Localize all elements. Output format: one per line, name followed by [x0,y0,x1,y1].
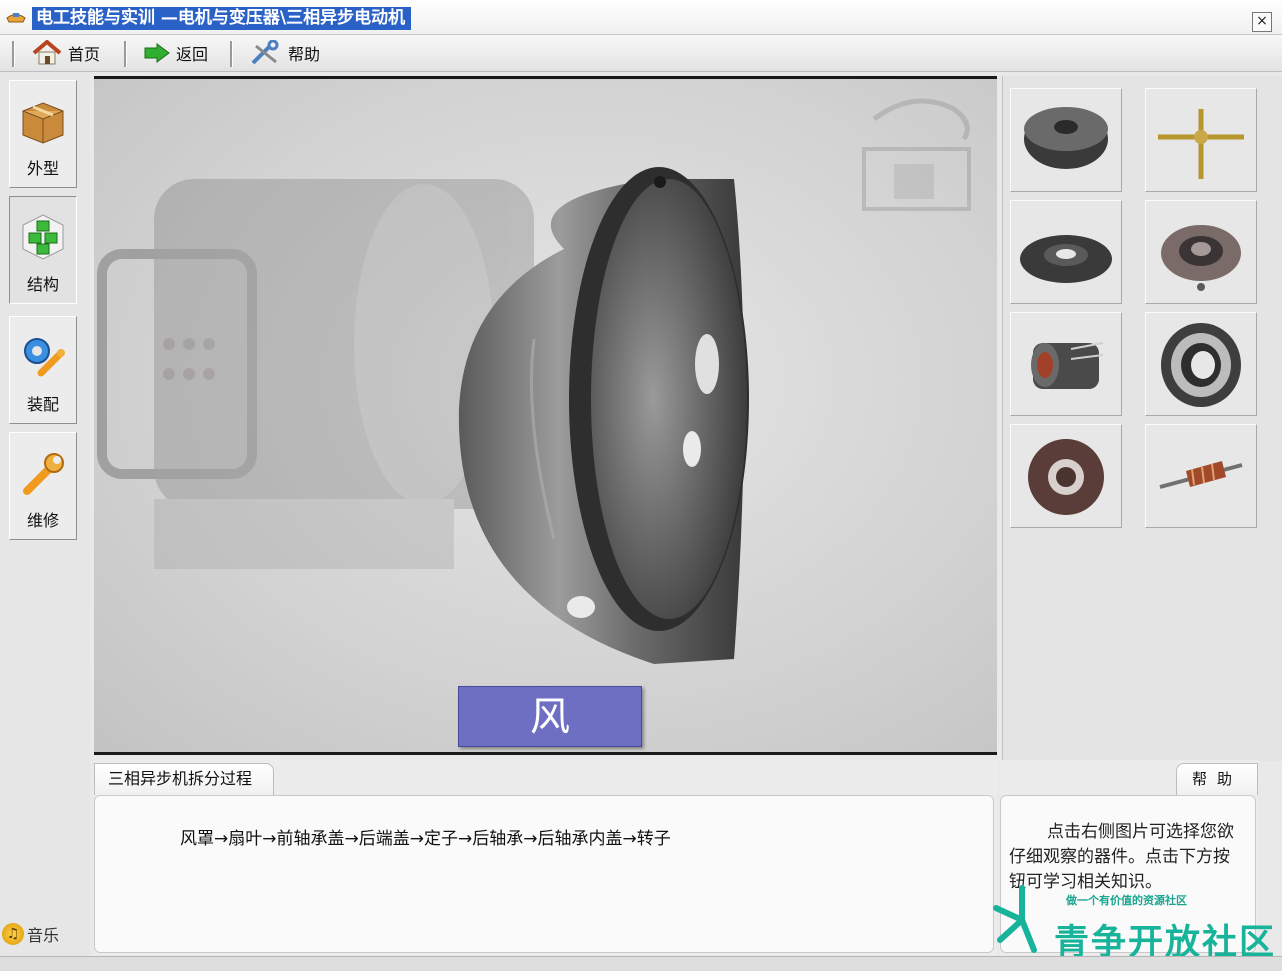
tab-disassembly-process[interactable]: 三相异步机拆分过程 [94,763,274,795]
thumb-fan[interactable] [1145,88,1257,192]
parts-panel [1002,76,1282,761]
music-label: 音乐 [27,926,60,945]
fan-cover-render [97,98,971,664]
sidebar-item-assembly[interactable]: 装配 [9,316,77,424]
app-icon [6,13,26,23]
music-toggle[interactable]: ♫ 音乐 [2,922,59,946]
house-icon [32,40,62,65]
process-steps: 风罩→扇叶→前轴承盖→后端盖→定子→后轴承→后轴承内盖→转子 [180,829,671,849]
fan-thumb-icon [1158,109,1244,179]
inner-cap-thumb-icon [1028,439,1104,515]
back-button[interactable]: 返回 [144,39,208,67]
watermark: 做一个有价值的资源社区 青争开放社区 [990,880,1282,963]
sidebar-item-label: 外型 [26,159,59,178]
sidebar: 外型 结构 装配 维修 [0,72,90,960]
thumb-front-bearing-cap[interactable] [1010,200,1122,304]
thumb-stator[interactable] [1010,312,1122,416]
cubes-icon [22,214,64,260]
arrow-right-icon [144,43,170,63]
thumb-bearing[interactable] [1145,312,1257,416]
thumb-rotor[interactable] [1145,424,1257,528]
toolbar-separator [12,41,15,67]
dragon-emblem [862,98,971,211]
status-bar [0,956,1282,971]
part-viewer[interactable]: 风罩 [94,76,997,755]
help-button[interactable]: 帮助 [250,39,320,67]
sidebar-item-structure[interactable]: 结构 [9,196,77,304]
thumb-bearing-inner-cap[interactable] [1010,424,1122,528]
sidebar-item-repair[interactable]: 维修 [9,432,77,540]
toolbar-separator [230,41,233,67]
sidebar-item-label: 装配 [26,395,59,414]
watermark-slogan: 做一个有价值的资源社区 [1066,894,1187,907]
home-button[interactable]: 首页 [32,39,100,67]
rotor-thumb-icon [1159,461,1243,489]
sidebar-item-label: 结构 [26,275,59,294]
tab-help[interactable]: 帮助 [1176,763,1258,795]
sidebar-item-appearance[interactable]: 外型 [9,80,77,188]
sidebar-item-label: 维修 [26,511,59,530]
part-caption: 风罩 [458,686,642,747]
wrench-icon [23,453,64,495]
thumb-fan-cover[interactable] [1010,88,1122,192]
bearing-thumb-icon [1161,323,1241,407]
end-cap-thumb-icon [1161,225,1241,291]
toolbar: 首页 返回 帮助 [0,35,1282,72]
toolbar-separator [124,41,127,67]
close-button[interactable]: × [1252,12,1272,32]
box-icon [22,102,64,144]
thumb-rear-end-cap[interactable] [1145,200,1257,304]
leaf-logo-icon [993,885,1037,953]
fan-cover-thumb-icon [1024,107,1108,169]
back-label: 返回 [176,45,209,64]
title-bar: 电工技能与实训 —电机与变压器\三相异步电动机 × [0,0,1282,35]
bearing-cap-thumb-icon [1020,235,1112,283]
process-panel: 三相异步机拆分过程 风罩→扇叶→前轴承盖→后端盖→定子→后轴承→后轴承内盖→转子 [94,760,997,955]
help-label: 帮助 [288,45,321,64]
process-textbox: 风罩→扇叶→前轴承盖→后端盖→定子→后轴承→后轴承内盖→转子 [94,795,994,953]
stator-thumb-icon [1031,342,1104,389]
home-label: 首页 [68,45,101,64]
music-note-icon: ♫ [2,923,24,945]
gear-wrench-icon [24,338,65,377]
tools-icon [251,40,279,65]
window-title: 电工技能与实训 —电机与变压器\三相异步电动机 [32,7,412,30]
